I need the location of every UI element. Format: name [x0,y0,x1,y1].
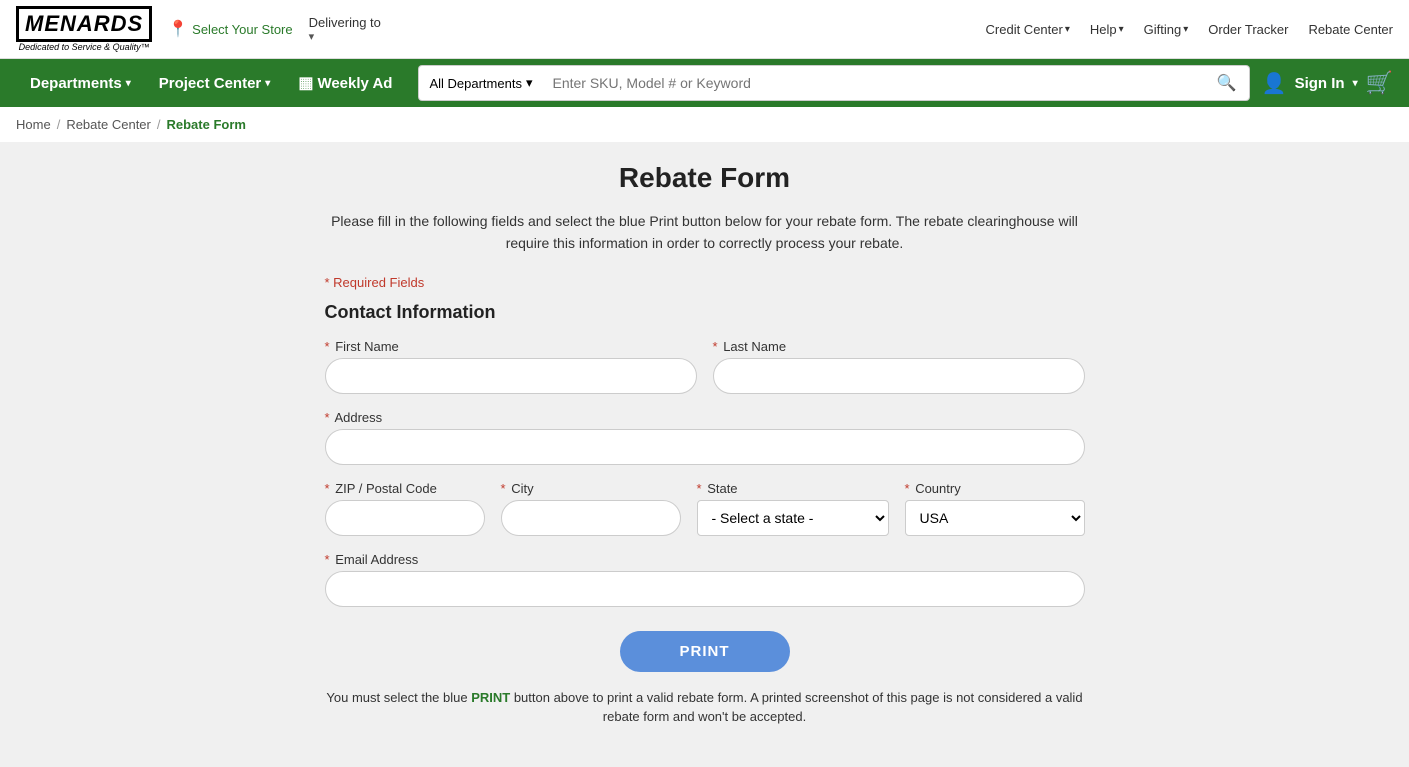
last-name-label: * Last Name [713,339,1085,354]
project-center-nav[interactable]: Project Center ▾ [145,59,285,107]
form-description: Please fill in the following fields and … [325,210,1085,255]
email-label: * Email Address [325,552,1085,567]
pin-icon: 📍 [168,19,188,39]
search-container: All Departments ▾ 🔍 [418,65,1249,101]
email-group: * Email Address [325,552,1085,607]
logo-tagline: Dedicated to Service & Quality™ [19,42,150,52]
top-bar-right: Credit Center ▾ Help ▾ Gifting ▾ Order T… [986,22,1393,37]
breadcrumb: Home / Rebate Center / Rebate Form [0,107,1409,142]
location-row: * ZIP / Postal Code * City * State - Sel [325,481,1085,536]
breadcrumb-home[interactable]: Home [16,117,51,132]
search-dept-dropdown[interactable]: All Departments ▾ [418,65,542,101]
breadcrumb-sep-2: / [157,117,161,132]
top-bar-left: MENARDS Dedicated to Service & Quality™ … [16,6,381,52]
breadcrumb-current: Rebate Form [167,117,246,132]
contact-info-title: Contact Information [325,302,1085,323]
delivering-arrow: ▾ [309,30,381,43]
search-icon: 🔍 [1217,73,1237,93]
print-button[interactable]: PRINT [620,631,790,672]
email-input[interactable] [325,571,1085,607]
required-note: * Required Fields [325,275,1085,290]
order-tracker-label: Order Tracker [1208,22,1288,37]
zip-input[interactable] [325,500,485,536]
top-bar: MENARDS Dedicated to Service & Quality™ … [0,0,1409,59]
name-row: * First Name * Last Name [325,339,1085,394]
departments-label: Departments [30,75,122,92]
store-selector-label: Select Your Store [192,22,292,37]
country-label: * Country [905,481,1085,496]
search-button[interactable]: 🔍 [1205,65,1250,101]
credit-center-link[interactable]: Credit Center ▾ [986,22,1070,37]
order-tracker-link[interactable]: Order Tracker [1208,22,1288,37]
credit-center-arrow: ▾ [1065,24,1070,35]
first-name-group: * First Name [325,339,697,394]
email-row: * Email Address [325,552,1085,607]
signin-area[interactable]: 👤 Sign In ▾ 🛒 [1262,70,1393,96]
first-name-input[interactable] [325,358,697,394]
last-name-group: * Last Name [713,339,1085,394]
first-name-req: * [325,339,330,354]
signin-arrow: ▾ [1353,78,1358,89]
state-select[interactable]: - Select a state - [697,500,889,536]
user-icon: 👤 [1262,71,1287,96]
signin-label: Sign In [1295,75,1345,92]
zip-group: * ZIP / Postal Code [325,481,485,536]
print-notice: You must select the blue PRINT button ab… [325,688,1085,727]
gifting-label: Gifting [1144,22,1182,37]
store-selector[interactable]: 📍 Select Your Store [168,19,292,39]
delivering-label: Delivering to [309,15,381,30]
nav-bar: Departments ▾ Project Center ▾ ▦ Weekly … [0,59,1409,107]
search-dept-arrow: ▾ [526,75,533,91]
gifting-link[interactable]: Gifting ▾ [1144,22,1189,37]
project-center-label: Project Center [159,75,262,92]
last-name-req: * [713,339,718,354]
delivering-to[interactable]: Delivering to ▾ [309,15,381,43]
weekly-ad-label: Weekly Ad [317,75,392,92]
logo-text: MENARDS [16,6,152,42]
state-label: * State [697,481,889,496]
address-label: * Address [325,410,1085,425]
search-input[interactable] [542,65,1204,101]
print-notice-highlight: PRINT [471,690,510,705]
rebate-center-link[interactable]: Rebate Center [1308,22,1393,37]
last-name-input[interactable] [713,358,1085,394]
help-label: Help [1090,22,1117,37]
logo[interactable]: MENARDS Dedicated to Service & Quality™ [16,6,152,52]
credit-center-label: Credit Center [986,22,1063,37]
cart-icon[interactable]: 🛒 [1366,70,1393,96]
main-content: Rebate Form Please fill in the following… [0,142,1409,767]
breadcrumb-rebate-center[interactable]: Rebate Center [66,117,151,132]
form-card: Rebate Form Please fill in the following… [325,162,1085,727]
address-req: * [325,410,330,425]
city-input[interactable] [501,500,681,536]
weekly-ad-nav[interactable]: ▦ Weekly Ad [284,59,406,107]
address-row: * Address [325,410,1085,465]
departments-nav[interactable]: Departments ▾ [16,59,145,107]
search-dept-label: All Departments [429,76,521,91]
address-input[interactable] [325,429,1085,465]
first-name-label: * First Name [325,339,697,354]
weekly-ad-icon: ▦ [298,73,313,93]
help-arrow: ▾ [1119,24,1124,35]
city-group: * City [501,481,681,536]
state-group: * State - Select a state - [697,481,889,536]
city-label: * City [501,481,681,496]
help-link[interactable]: Help ▾ [1090,22,1124,37]
gifting-arrow: ▾ [1183,24,1188,35]
rebate-center-label: Rebate Center [1308,22,1393,37]
breadcrumb-sep-1: / [57,117,61,132]
departments-arrow: ▾ [126,78,131,89]
form-title: Rebate Form [325,162,1085,194]
project-center-arrow: ▾ [265,78,270,89]
country-select[interactable]: USA [905,500,1085,536]
zip-label: * ZIP / Postal Code [325,481,485,496]
address-group: * Address [325,410,1085,465]
country-group: * Country USA [905,481,1085,536]
